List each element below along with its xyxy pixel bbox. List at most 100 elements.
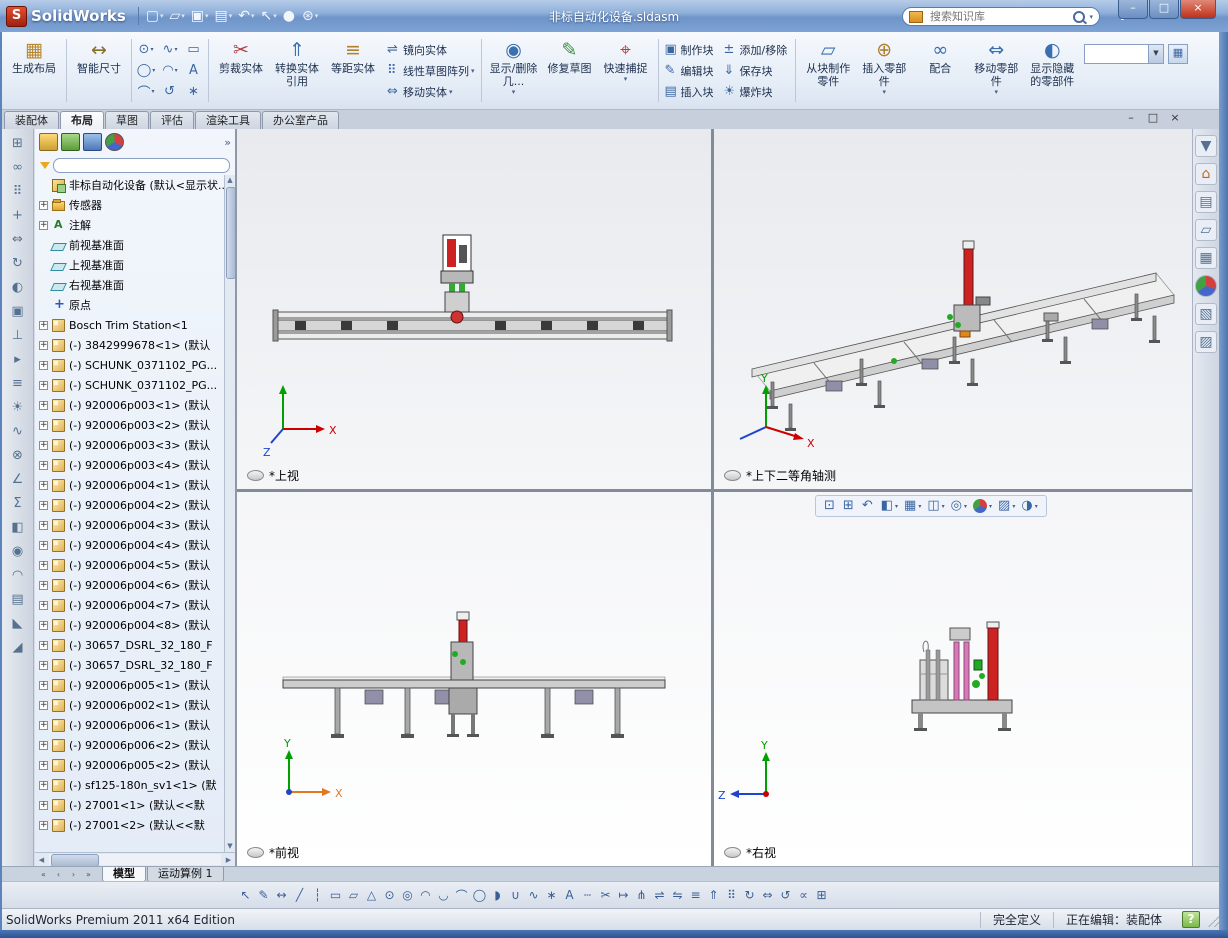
motion-study-icon[interactable]: ▸: [7, 349, 29, 370]
tree-item[interactable]: + Bosch Trim Station<1: [35, 315, 225, 335]
manager-tabs-overflow[interactable]: »: [224, 136, 231, 149]
prev-tab-button[interactable]: ‹: [51, 870, 66, 879]
tree-expand-icon[interactable]: +: [39, 820, 48, 830]
zoom-area-icon[interactable]: ⊞: [843, 498, 856, 514]
sketch-icon[interactable]: ✎: [255, 886, 272, 905]
custom-properties-icon[interactable]: ▧: [1195, 303, 1217, 325]
convert-entities-button[interactable]: ⇑ 转换实体引用: [270, 38, 324, 104]
tree-item[interactable]: 前视基准面: [35, 235, 225, 255]
tree-item[interactable]: + (-) 3842999678<1> (默认: [35, 335, 225, 355]
graphics-area[interactable]: X Z *上视 Y X *上下二等角轴测 Y X *前视 Y Z *右视 ⊡ ⊞…: [237, 129, 1192, 866]
make-block-button[interactable]: ▣ 制作块: [661, 40, 720, 60]
modify-icon[interactable]: ⊞: [813, 886, 830, 905]
tree-expand-icon[interactable]: +: [39, 380, 48, 390]
doc-minimize-button[interactable]: –: [1124, 112, 1138, 125]
mass-properties-icon[interactable]: Σ: [7, 493, 29, 514]
bill-of-materials-icon[interactable]: ≡: [7, 373, 29, 394]
explode-block-button[interactable]: ☀ 爆炸块: [720, 82, 794, 102]
ribbon-dropdown[interactable]: ▼: [1084, 44, 1164, 64]
featuremanager-tab[interactable]: [39, 133, 58, 151]
tree-expand-icon[interactable]: +: [39, 680, 48, 690]
tree-expand-icon[interactable]: [39, 281, 48, 290]
section-view-icon[interactable]: ◧ ▾: [881, 498, 898, 514]
study-tab[interactable]: 运动算例 1: [147, 866, 224, 882]
exploded-view-icon[interactable]: ☀: [7, 397, 29, 418]
undercut-analysis-icon[interactable]: ◢: [7, 637, 29, 658]
tree-expand-icon[interactable]: +: [39, 540, 48, 550]
make-part-from-block-button[interactable]: ▱ 从块制作零件: [801, 38, 855, 104]
view-settings-icon[interactable]: ◑ ▾: [1021, 498, 1037, 514]
smart-dimension-icon[interactable]: ↔: [273, 886, 290, 905]
tree-expand-icon[interactable]: +: [39, 620, 48, 630]
linear-sketch-pattern-button[interactable]: ⠿ 线性草图阵列 ▾: [383, 61, 479, 81]
explode-line-sketch-icon[interactable]: ∿: [7, 421, 29, 442]
mate-button[interactable]: ∞ 配合: [913, 38, 967, 104]
tree-item[interactable]: + (-) 920006p004<7> (默认: [35, 595, 225, 615]
undo-button[interactable]: ↶ ▾: [235, 5, 257, 27]
tree-expand-icon[interactable]: +: [39, 700, 48, 710]
ribbon-options-icon[interactable]: ▦: [1168, 44, 1188, 64]
tree-expand-icon[interactable]: +: [39, 520, 48, 530]
tree-expand-icon[interactable]: +: [39, 200, 48, 210]
trim-icon[interactable]: ✂: [597, 886, 614, 905]
tree-expand-icon[interactable]: +: [39, 480, 48, 490]
tree-expand-icon[interactable]: [39, 301, 48, 310]
slot-tool-icon[interactable]: ⌒ ▾: [134, 81, 158, 102]
tree-expand-icon[interactable]: +: [39, 420, 48, 430]
hide-show-items-icon[interactable]: ◎ ▾: [951, 498, 967, 514]
close-button[interactable]: ×: [1180, 0, 1216, 19]
display-delete-relations-button[interactable]: ◉ 显示/删除几... ▾: [487, 38, 541, 104]
new-document-button[interactable]: ▢ ▾: [143, 5, 167, 27]
doc-close-button[interactable]: ×: [1168, 112, 1182, 125]
dynamic-mirror-icon[interactable]: ⇋: [669, 886, 686, 905]
mirror-icon[interactable]: ⇌: [651, 886, 668, 905]
first-tab-button[interactable]: «: [36, 870, 51, 879]
tree-expand-icon[interactable]: +: [39, 780, 48, 790]
parallelogram-icon[interactable]: ▱: [345, 886, 362, 905]
tree-expand-icon[interactable]: +: [39, 340, 48, 350]
rotate-icon[interactable]: ↺: [777, 886, 794, 905]
tree-item[interactable]: + (-) 30657_DSRL_32_180_F: [35, 655, 225, 675]
three-point-arc-icon[interactable]: ⌒: [453, 886, 470, 905]
tree-item[interactable]: + (-) 920006p003<3> (默认: [35, 435, 225, 455]
minimize-button[interactable]: –: [1118, 0, 1148, 19]
ellipse-icon[interactable]: ◯: [471, 886, 488, 905]
view-orientation-icon[interactable]: ▦ ▾: [904, 498, 921, 514]
rectangle-tool-icon[interactable]: ▭: [182, 39, 206, 60]
tree-item[interactable]: + (-) 920006p004<2> (默认: [35, 495, 225, 515]
tree-item[interactable]: + (-) 920006p005<1> (默认: [35, 675, 225, 695]
insert-components-button[interactable]: ⊕ 插入零部件 ▾: [857, 38, 911, 104]
viewport-horizontal-splitter[interactable]: [237, 489, 1192, 492]
zoom-fit-icon[interactable]: ⊡: [824, 498, 837, 514]
circle-tool-icon[interactable]: ⊙ ▾: [134, 39, 158, 60]
partial-ellipse-icon[interactable]: ◗: [489, 886, 506, 905]
tree-expand-icon[interactable]: +: [39, 640, 48, 650]
viewport-top-view[interactable]: X Z *上视: [237, 129, 711, 489]
move-entities-button[interactable]: ⇔ 移动实体 ▾: [383, 82, 479, 102]
maximize-button[interactable]: □: [1149, 0, 1179, 19]
solidworks-resources-icon[interactable]: ⌂: [1195, 163, 1217, 185]
commandmanager-tab[interactable]: 布局: [60, 111, 104, 129]
rotate-component-icon[interactable]: ↻: [7, 253, 29, 274]
save-block-button[interactable]: ⇓ 保存块: [720, 61, 794, 81]
knowledge-search-box[interactable]: ▾: [902, 7, 1100, 26]
tree-item[interactable]: + 传感器: [35, 195, 225, 215]
doc-restore-button[interactable]: □: [1146, 112, 1160, 125]
document-recovery-icon[interactable]: ▨: [1195, 331, 1217, 353]
commandmanager-tab[interactable]: 办公室产品: [262, 111, 339, 129]
tree-expand-icon[interactable]: +: [39, 600, 48, 610]
tree-item[interactable]: + (-) 920006p003<1> (默认: [35, 395, 225, 415]
mate-icon[interactable]: ∞: [7, 157, 29, 178]
zebra-stripes-icon[interactable]: ▤: [7, 589, 29, 610]
scrollbar-thumb[interactable]: [226, 187, 235, 279]
tree-item[interactable]: 原点: [35, 295, 225, 315]
tree-item[interactable]: + (-) 920006p004<1> (默认: [35, 475, 225, 495]
tangent-arc-icon[interactable]: ◡: [435, 886, 452, 905]
line-icon[interactable]: ╱: [291, 886, 308, 905]
tree-expand-icon[interactable]: +: [39, 560, 48, 570]
rebuild-button[interactable]: ●: [280, 5, 299, 27]
appearances-scenes-icon[interactable]: [1195, 275, 1217, 297]
viewport-isometric-view[interactable]: Y X *上下二等角轴测: [714, 129, 1192, 489]
rectangle-icon[interactable]: ▭: [327, 886, 344, 905]
arc-tool-icon[interactable]: ◠ ▾: [158, 60, 182, 81]
